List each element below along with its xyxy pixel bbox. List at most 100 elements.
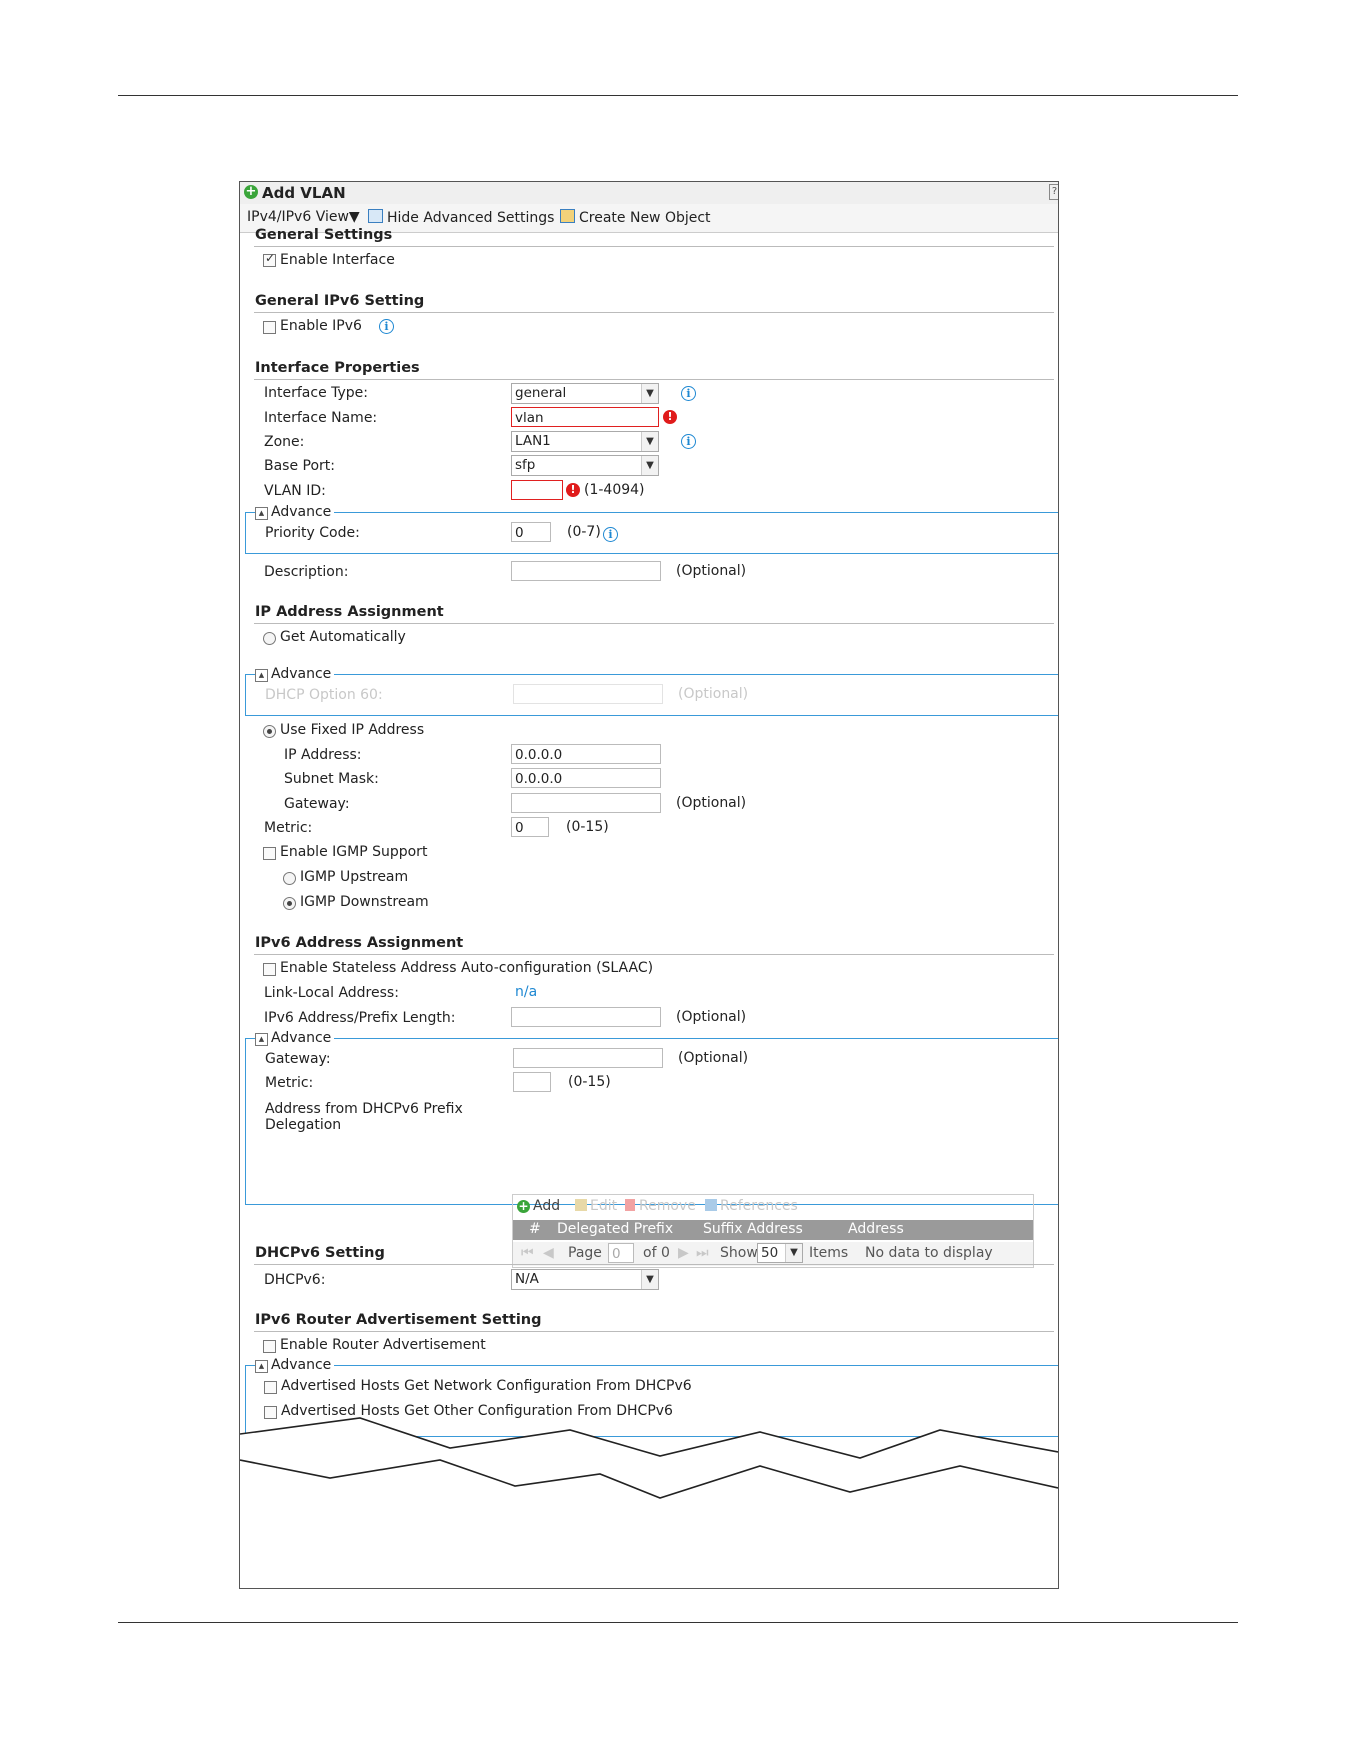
igmp-downstream-label: IGMP Downstream <box>300 894 429 910</box>
base-port-select[interactable]: sfp ▼ <box>511 455 659 476</box>
metric-label: Metric: <box>264 820 313 836</box>
references-icon <box>705 1199 717 1211</box>
info-icon[interactable]: i <box>681 386 696 401</box>
description-label: Description: <box>264 564 349 580</box>
gateway-input[interactable] <box>511 793 661 813</box>
enable-router-advertisement-checkbox[interactable] <box>263 1340 276 1353</box>
interface-name-input[interactable]: vlan <box>511 407 659 427</box>
dhcpv6-heading: DHCPv6 Setting <box>255 1245 385 1261</box>
collapse-icon: ▲ <box>255 669 268 682</box>
advance-label: Advance <box>271 504 332 520</box>
interface-type-label: Interface Type: <box>264 385 369 401</box>
torn-edge <box>240 1417 1058 1588</box>
enable-slaac-checkbox[interactable] <box>263 963 276 976</box>
prev-page-icon[interactable]: ◀ <box>543 1245 554 1261</box>
get-automatically-label: Get Automatically <box>280 629 406 645</box>
get-automatically-radio[interactable] <box>263 632 276 645</box>
priority-code-input[interactable]: 0 <box>511 522 551 542</box>
ipv6-gateway-input[interactable] <box>513 1048 663 1068</box>
hide-advanced-button[interactable]: Hide Advanced Settings <box>368 209 554 226</box>
section-divider <box>254 312 1054 313</box>
hide-advanced-label: Hide Advanced Settings <box>387 210 555 226</box>
ip-address-input[interactable]: 0.0.0.0 <box>511 744 661 764</box>
grid-add-button[interactable]: + Add <box>517 1198 560 1214</box>
edit-icon <box>575 1199 587 1211</box>
interface-type-select[interactable]: general ▼ <box>511 383 659 404</box>
page-number-input[interactable]: 0 <box>608 1243 634 1263</box>
page-size-value: 50 <box>761 1245 779 1261</box>
enable-igmp-checkbox[interactable] <box>263 847 276 860</box>
prefix-delegation-grid: + Add Edit Remove References # Delegated … <box>512 1194 1034 1268</box>
dhcpv6-select[interactable]: N/A ▼ <box>511 1269 659 1290</box>
chevron-down-icon: ▼ <box>641 1270 658 1289</box>
dhcpv6-label: DHCPv6: <box>264 1272 326 1288</box>
items-label: Items <box>809 1245 849 1261</box>
vlan-id-input[interactable] <box>511 480 563 500</box>
zone-select[interactable]: LAN1 ▼ <box>511 431 659 452</box>
page-top-rule <box>118 95 1238 96</box>
enable-ipv6-label: Enable IPv6 <box>280 318 362 334</box>
section-divider <box>254 623 1054 624</box>
router-advertisement-heading: IPv6 Router Advertisement Setting <box>255 1312 542 1328</box>
grid-column-header[interactable]: Address <box>848 1221 904 1237</box>
last-page-icon[interactable]: ⏭ <box>696 1245 709 1261</box>
grid-edit-button[interactable]: Edit <box>575 1198 617 1214</box>
priority-code-range: (0-7) <box>567 524 601 540</box>
prefix-delegation-label: Address from DHCPv6 Prefix Delegation <box>265 1101 463 1133</box>
grid-column-header[interactable]: Delegated Prefix <box>557 1221 673 1237</box>
vlan-id-label: VLAN ID: <box>264 483 326 499</box>
zone-value: LAN1 <box>515 433 551 449</box>
show-label: Show <box>720 1245 758 1261</box>
chevron-down-icon: ▼ <box>641 456 658 475</box>
interface-properties-heading: Interface Properties <box>255 360 420 376</box>
info-icon[interactable]: i <box>603 527 618 542</box>
general-ipv6-heading: General IPv6 Setting <box>255 293 425 309</box>
use-fixed-ip-label: Use Fixed IP Address <box>280 722 425 738</box>
collapse-icon: ▲ <box>255 507 268 520</box>
chevron-down-icon: ▼ <box>641 384 658 403</box>
grid-column-header[interactable]: # <box>529 1221 541 1237</box>
chevron-down-icon: ▼ <box>785 1244 802 1262</box>
managed-config-checkbox[interactable] <box>264 1381 277 1394</box>
grid-references-button[interactable]: References <box>705 1198 798 1214</box>
error-icon: ! <box>566 483 580 497</box>
igmp-upstream-radio[interactable] <box>283 872 296 885</box>
ipv6-metric-input[interactable] <box>513 1072 551 1092</box>
grid-column-header[interactable]: Suffix Address <box>703 1221 803 1237</box>
enable-ipv6-checkbox[interactable] <box>263 321 276 334</box>
ipv6-prefix-optional: (Optional) <box>676 1009 747 1025</box>
use-fixed-ip-radio[interactable] <box>263 725 276 738</box>
dialog-title: Add VLAN <box>262 184 346 202</box>
grid-references-label: References <box>720 1198 798 1214</box>
subnet-mask-input[interactable]: 0.0.0.0 <box>511 768 661 788</box>
advance-label: Advance <box>271 1030 332 1046</box>
page-size-select[interactable]: 50 ▼ <box>757 1243 803 1263</box>
description-input[interactable] <box>511 561 661 581</box>
base-port-label: Base Port: <box>264 458 336 474</box>
help-icon[interactable]: ? <box>1049 184 1058 200</box>
ip-address-label: IP Address: <box>284 747 362 763</box>
add-icon: + <box>244 184 258 199</box>
enable-interface-label: Enable Interface <box>280 252 395 268</box>
page-label: Page <box>568 1245 602 1261</box>
info-icon[interactable]: i <box>681 434 696 449</box>
info-icon[interactable]: i <box>379 319 394 334</box>
description-optional: (Optional) <box>676 563 747 579</box>
grid-remove-button[interactable]: Remove <box>625 1198 696 1214</box>
ipv6-prefix-input[interactable] <box>511 1007 661 1027</box>
advance-toggle[interactable]: ▲ Advance <box>255 1030 335 1046</box>
section-divider <box>254 379 1054 380</box>
next-page-icon[interactable]: ▶ <box>678 1245 689 1261</box>
igmp-downstream-radio[interactable] <box>283 897 296 910</box>
create-new-object-button[interactable]: Create New Object <box>560 209 711 226</box>
enable-interface-checkbox[interactable] <box>263 251 276 267</box>
advance-toggle[interactable]: ▲ Advance <box>255 1357 335 1373</box>
gateway-optional: (Optional) <box>676 795 747 811</box>
metric-input[interactable]: 0 <box>511 817 549 837</box>
advance-toggle[interactable]: ▲ Advance <box>255 504 335 520</box>
view-dropdown[interactable]: IPv4/IPv6 View▼ <box>247 209 360 225</box>
ipv6-metric-label: Metric: <box>265 1075 314 1091</box>
advance-toggle[interactable]: ▲ Advance <box>255 666 335 682</box>
collapse-icon: ▲ <box>255 1360 268 1373</box>
first-page-icon[interactable]: ⏮ <box>521 1245 534 1261</box>
